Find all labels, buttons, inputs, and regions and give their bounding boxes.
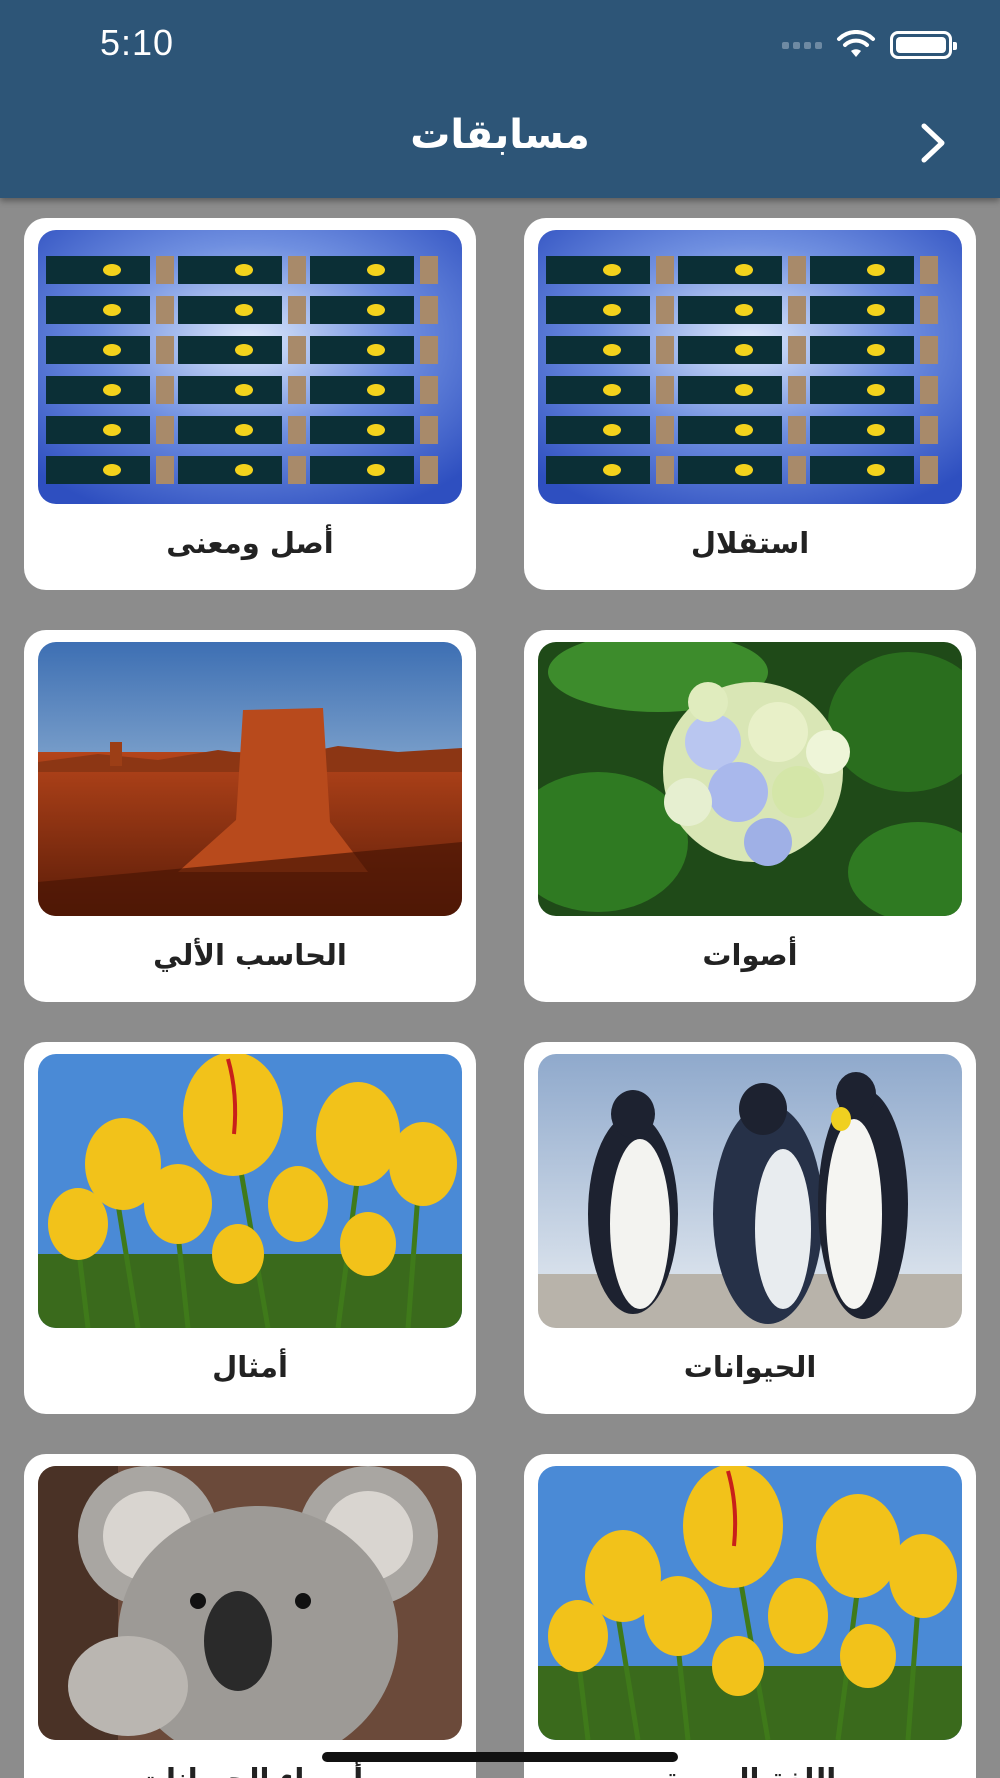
card-label: استقلال — [690, 526, 810, 560]
chevron-right-icon[interactable] — [910, 118, 960, 168]
koala-image — [38, 1466, 462, 1740]
card-label: الحيوانات — [683, 1350, 817, 1384]
tulips-image — [538, 1466, 962, 1740]
card-label: الحاسب الألي — [153, 938, 347, 972]
weather-board-image — [538, 230, 962, 504]
card-aswat[interactable]: أصوات — [524, 630, 976, 1002]
card-istiqlal[interactable]: استقلال — [524, 218, 976, 590]
status-icons — [782, 30, 957, 60]
card-label: أصوات — [702, 938, 798, 972]
card-proverbs[interactable]: أمثال — [24, 1042, 476, 1414]
status-time: 5:10 — [100, 22, 175, 63]
app-header: 5:10 مسابقات — [0, 0, 1000, 198]
penguins-image — [538, 1054, 962, 1328]
desert-butte-image — [38, 642, 462, 916]
card-arabic-language[interactable]: اللغة العربية — [524, 1454, 976, 1778]
hydrangea-image — [538, 642, 962, 916]
home-indicator[interactable] — [322, 1752, 678, 1762]
tulips-image — [38, 1054, 462, 1328]
page-title: مسابقات — [410, 112, 590, 158]
card-label: أمثال — [212, 1350, 288, 1384]
card-asl-wa-maana[interactable]: أصل ومعنى — [24, 218, 476, 590]
card-label: أصل ومعنى — [166, 526, 334, 560]
signal-icon — [782, 41, 822, 49]
card-computer[interactable]: الحاسب الألي — [24, 630, 476, 1002]
battery-icon — [890, 31, 957, 59]
wifi-icon — [837, 30, 875, 57]
card-animal-names[interactable]: أسماء الحيوانات — [24, 1454, 476, 1778]
card-animals[interactable]: الحيوانات — [524, 1042, 976, 1414]
weather-board-image — [38, 230, 462, 504]
